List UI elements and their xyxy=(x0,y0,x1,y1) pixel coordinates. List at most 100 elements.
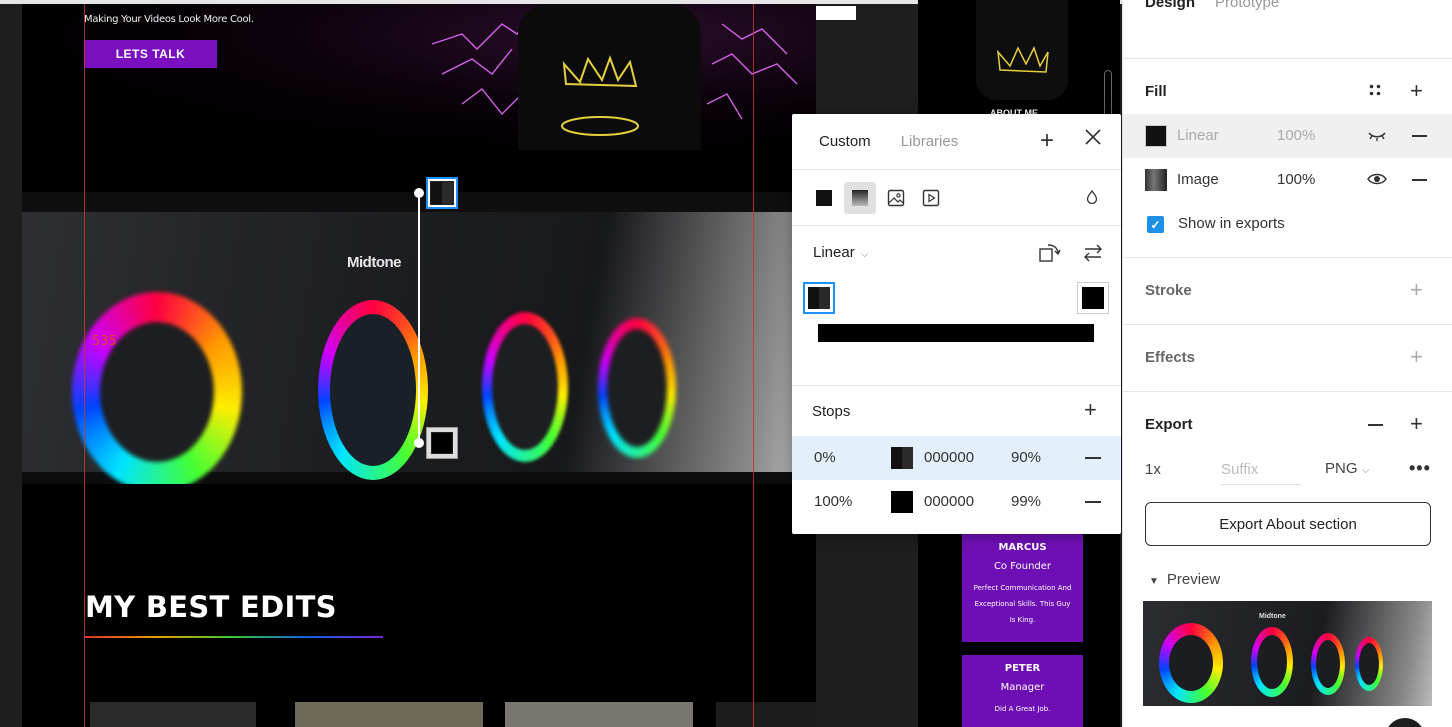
color-wheel-midtone xyxy=(318,300,428,480)
rotate-gradient-icon[interactable] xyxy=(1038,242,1062,264)
chevron-down-icon: ⌵ xyxy=(860,249,869,260)
tab-prototype[interactable]: Prototype xyxy=(1215,0,1279,11)
fill-layer-name[interactable]: Linear xyxy=(1177,127,1219,144)
fill-layer-opacity[interactable]: 100% xyxy=(1277,171,1315,188)
stops-title: Stops xyxy=(812,403,851,420)
section-divider xyxy=(1123,257,1452,258)
card-desc: Perfect Communication And Exceptional Sk… xyxy=(973,584,1072,624)
gradient-paint-button[interactable] xyxy=(844,182,876,214)
close-icon[interactable] xyxy=(1084,128,1102,146)
fill-layer[interactable]: Image 100% xyxy=(1123,158,1452,202)
gradient-end-dot[interactable] xyxy=(414,438,424,448)
eye-closed-icon[interactable] xyxy=(1367,127,1387,143)
edit-thumbnail[interactable] xyxy=(90,702,256,727)
picker-header: Custom Libraries + xyxy=(792,114,1121,170)
video-icon xyxy=(922,189,940,207)
lets-talk-button[interactable]: LETS TALK xyxy=(84,40,217,68)
video-paint-button[interactable] xyxy=(915,182,947,214)
more-options-icon[interactable]: ••• xyxy=(1409,458,1431,479)
gradient-stop-handle-end[interactable] xyxy=(426,427,458,459)
preview-color-wheel xyxy=(1355,637,1383,691)
export-preview-image: Midtone xyxy=(1143,601,1432,706)
gradient-stop-end[interactable] xyxy=(1077,282,1109,314)
fill-title: Fill xyxy=(1145,83,1167,100)
preview-color-wheel xyxy=(1251,627,1293,697)
remove-fill-minus-icon[interactable] xyxy=(1412,179,1427,181)
color-wheel-shadow xyxy=(72,292,242,484)
stop-hex[interactable]: 000000 xyxy=(924,493,974,510)
image-fill-thumbnail[interactable] xyxy=(1145,169,1167,191)
stop-opacity[interactable]: 99% xyxy=(1011,493,1041,510)
side-hero-image xyxy=(976,0,1068,100)
add-stroke-plus-icon[interactable]: + xyxy=(1410,279,1423,301)
gradient-editor xyxy=(792,282,1121,386)
testimonial-card[interactable]: MARCUS Co Founder Perfect Communication … xyxy=(962,534,1083,642)
preview-color-wheel xyxy=(1311,633,1345,695)
preview-toggle[interactable]: ▼ Preview xyxy=(1149,571,1220,588)
gradient-bar[interactable] xyxy=(818,324,1094,342)
fill-swatch[interactable] xyxy=(1145,125,1167,147)
add-fill-plus-icon[interactable]: + xyxy=(1410,80,1423,102)
triangle-down-icon: ▼ xyxy=(1149,576,1159,587)
color-picker-popup[interactable]: Custom Libraries + Linear ⌵ Stops + 0% 0… xyxy=(792,114,1121,534)
edit-thumbnail[interactable] xyxy=(295,702,483,727)
image-icon xyxy=(887,189,905,207)
effects-title: Effects xyxy=(1145,349,1196,366)
section-divider xyxy=(1123,391,1452,392)
style-grid-icon[interactable] xyxy=(1368,83,1382,97)
gradient-mode-row: Linear ⌵ xyxy=(792,226,1121,282)
gradient-mode-select[interactable]: Linear ⌵ xyxy=(813,244,868,261)
preview-color-wheel xyxy=(1159,623,1223,703)
tab-custom[interactable]: Custom xyxy=(819,133,871,150)
export-format-select[interactable]: PNG ⌵ xyxy=(1325,460,1369,477)
remove-export-minus-icon[interactable] xyxy=(1368,424,1383,426)
export-scale-select[interactable]: 1x xyxy=(1145,461,1161,478)
card-name: PETER xyxy=(1004,663,1041,674)
stop-position[interactable]: 100% xyxy=(814,493,852,510)
help-button[interactable] xyxy=(1385,718,1425,727)
gradient-stop-start[interactable] xyxy=(803,282,835,314)
edit-thumbnail[interactable] xyxy=(505,702,693,727)
export-format-value: PNG xyxy=(1325,460,1358,477)
solid-icon xyxy=(816,190,832,206)
stop-position[interactable]: 0% xyxy=(814,449,836,466)
stop-row[interactable]: 100% 000000 99% xyxy=(792,480,1121,524)
color-wheel-offset xyxy=(598,318,676,458)
card-name: MARCUS xyxy=(998,542,1047,553)
edit-thumbnail[interactable] xyxy=(716,702,816,727)
blend-mode-drop-icon[interactable] xyxy=(1086,190,1098,204)
stop-opacity[interactable]: 90% xyxy=(1011,449,1041,466)
design-canvas[interactable]: Making Your Videos Look More Cool. LETS … xyxy=(0,0,1122,727)
testimonial-card[interactable]: PETER Manager Did A Great Job. xyxy=(962,655,1083,727)
add-export-plus-icon[interactable]: + xyxy=(1410,413,1423,435)
eye-icon[interactable] xyxy=(1367,171,1387,187)
remove-stop-minus-icon[interactable] xyxy=(1085,501,1101,503)
flip-gradient-icon[interactable] xyxy=(1082,242,1104,264)
image-paint-button[interactable] xyxy=(880,182,912,214)
stop-row[interactable]: 0% 000000 90% xyxy=(792,436,1121,480)
tab-libraries[interactable]: Libraries xyxy=(901,133,959,150)
remove-fill-minus-icon[interactable] xyxy=(1412,135,1427,137)
paint-type-row xyxy=(792,170,1121,226)
tab-design[interactable]: Design xyxy=(1145,0,1195,11)
stop-hex[interactable]: 000000 xyxy=(924,449,974,466)
show-in-exports-checkbox[interactable]: ✓ xyxy=(1147,216,1164,233)
stop-swatch[interactable] xyxy=(891,491,913,513)
fill-layer-name[interactable]: Image xyxy=(1177,171,1219,188)
add-stop-plus-icon[interactable]: + xyxy=(1084,398,1097,422)
add-style-plus-icon[interactable]: + xyxy=(1040,129,1054,153)
crown-icon xyxy=(561,55,639,136)
fill-layer[interactable]: Linear 100% xyxy=(1123,114,1452,158)
chevron-down-icon: ⌵ xyxy=(1361,465,1370,476)
fill-layer-opacity[interactable]: 100% xyxy=(1277,127,1315,144)
gradient-axis[interactable] xyxy=(418,193,420,443)
mini-frame-label[interactable] xyxy=(816,6,856,20)
gradient-stop-handle-start[interactable] xyxy=(426,177,458,209)
add-effect-plus-icon[interactable]: + xyxy=(1410,346,1423,368)
export-suffix-input[interactable]: Suffix xyxy=(1221,461,1301,485)
stop-swatch[interactable] xyxy=(891,447,913,469)
export-button[interactable]: Export About section xyxy=(1145,502,1431,546)
remove-stop-minus-icon[interactable] xyxy=(1085,457,1101,459)
solid-paint-button[interactable] xyxy=(808,182,840,214)
gradient-start-dot[interactable] xyxy=(414,188,424,198)
